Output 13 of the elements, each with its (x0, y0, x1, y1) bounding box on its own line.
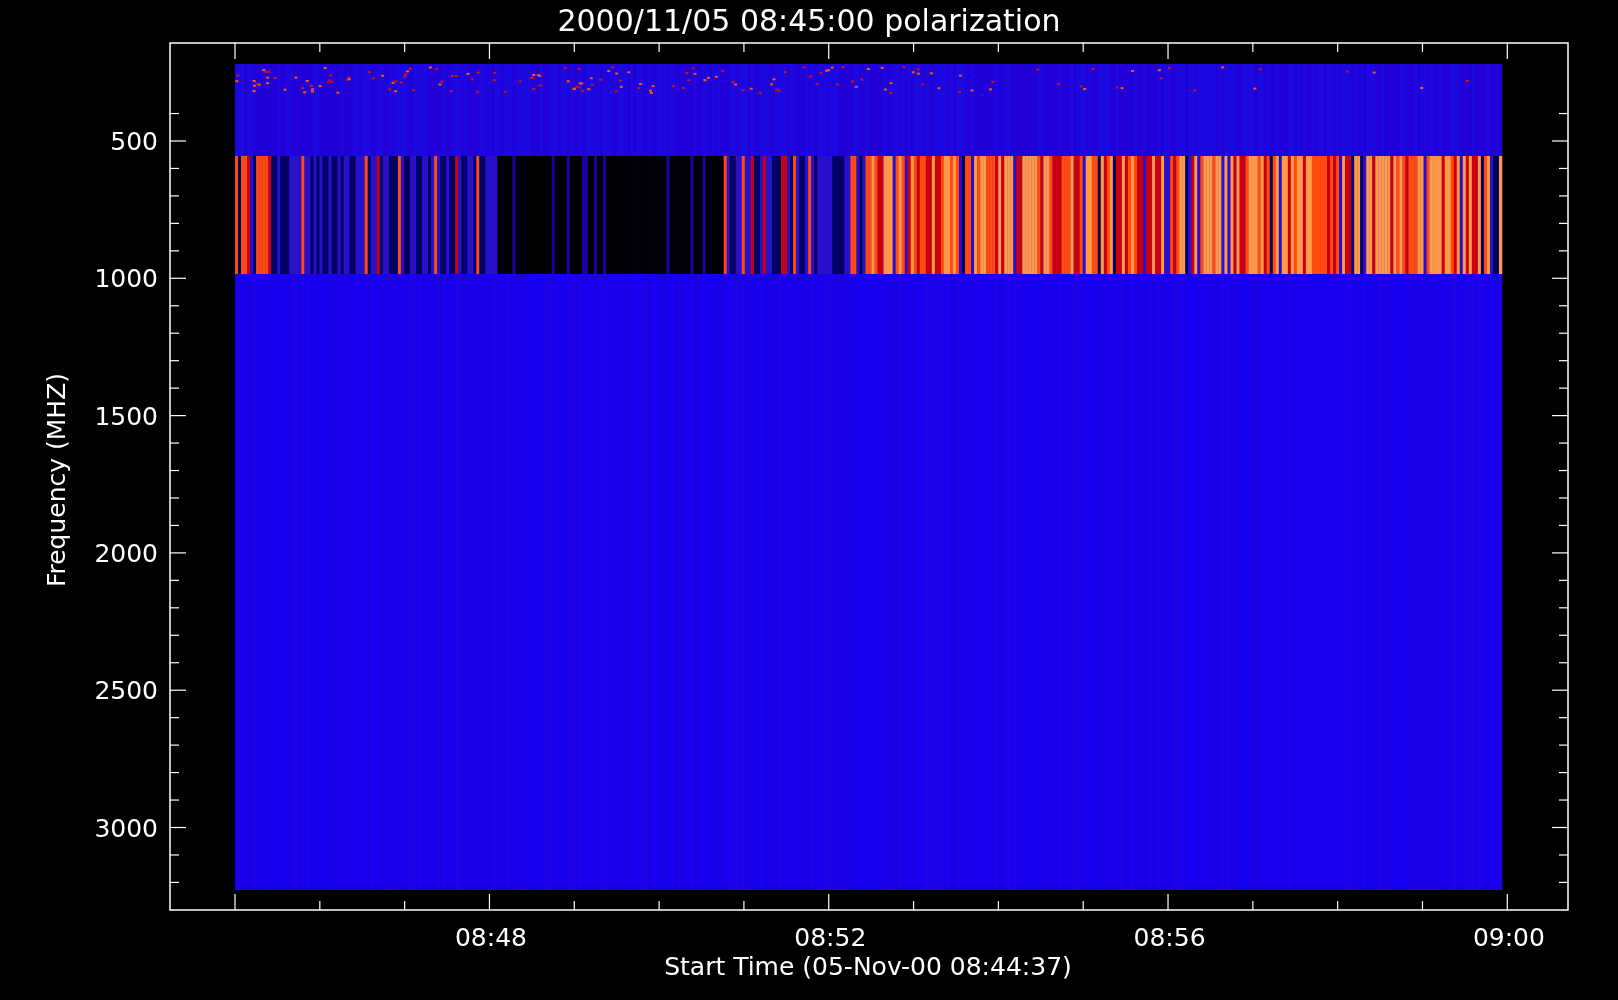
y-axis-label: Frequency (MHZ) (42, 372, 71, 588)
x-tick-label: 08:56 (1133, 923, 1206, 952)
y-tick-label: 2000 (94, 538, 158, 568)
x-tick-label: 08:52 (794, 923, 867, 952)
x-axis-label: Start Time (05-Nov-00 08:44:37) (664, 952, 1072, 981)
y-tick-label: 2500 (94, 676, 158, 706)
plot-title: 2000/11/05 08:45:00 polarization (557, 3, 1061, 38)
x-tick-label: 08:48 (455, 923, 527, 952)
y-tick-label: 1000 (94, 264, 158, 294)
y-tick-label: 500 (110, 127, 158, 156)
y-tick-label: 1500 (94, 401, 158, 431)
x-tick-label: 09:00 (1472, 923, 1545, 952)
y-tick-label: 3000 (94, 813, 158, 843)
